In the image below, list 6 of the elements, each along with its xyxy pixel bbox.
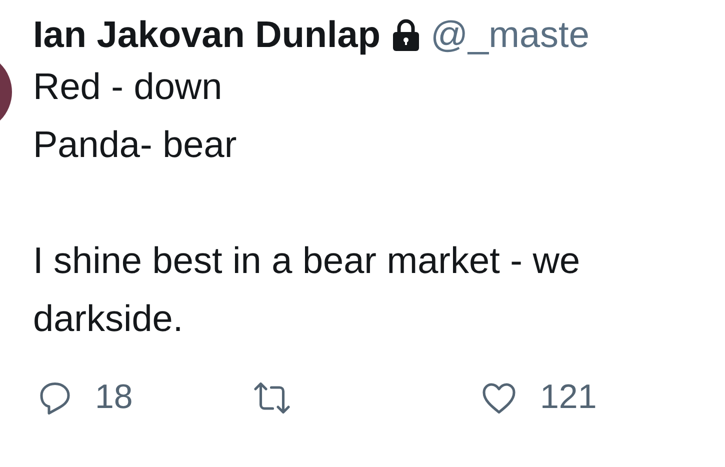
count-label: 18 — [95, 378, 133, 417]
author-handle[interactable]: @_maste — [430, 14, 590, 56]
tweet-text: Red - down Panda- bear I shine best in a bear market - we darkside. — [33, 65, 582, 341]
author-name: Ian Jakovan Dunlap — [33, 14, 380, 56]
retweet-icon[interactable] — [252, 380, 292, 416]
count-label: 121 — [540, 378, 597, 417]
